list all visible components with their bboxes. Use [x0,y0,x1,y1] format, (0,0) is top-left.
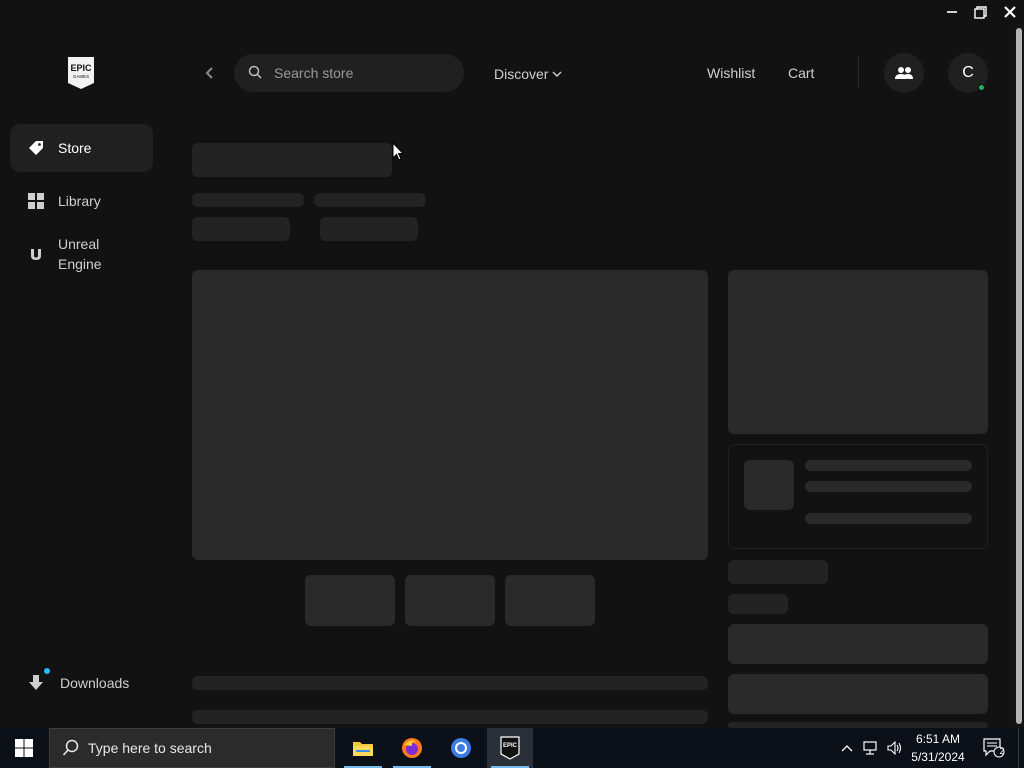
minimize-button[interactable] [937,0,966,24]
skeleton-card-line [805,460,972,471]
show-hidden-icons-button[interactable] [836,728,858,768]
header-divider [858,56,859,88]
search-input[interactable] [274,54,454,92]
skeleton-chip [192,217,290,241]
grid-icon [27,192,45,210]
taskbar-clock[interactable]: 6:51 AM 5/31/2024 [904,730,972,766]
chevron-up-icon [841,745,853,752]
svg-text:EPIC: EPIC [503,743,518,749]
restore-button[interactable] [966,0,995,24]
taskbar-app-firefox[interactable] [389,728,435,768]
sidebar-item-label: Library [58,193,101,209]
skeleton-title [192,143,392,177]
start-button[interactable] [0,728,48,768]
mouse-cursor-icon [392,142,404,161]
online-status-dot [978,84,985,91]
minimize-icon [946,11,957,13]
epic-games-icon: EPIC [500,736,520,760]
speaker-icon [887,741,902,755]
windows-logo-icon [15,739,33,757]
skeleton-tag [314,193,426,207]
sidebar-item-store[interactable]: Store [10,124,153,172]
scrollbar-thumb[interactable] [1016,28,1022,724]
restore-icon [974,5,987,19]
tag-icon [27,139,45,157]
cart-link[interactable]: Cart [788,64,814,84]
unreal-icon [27,245,45,263]
volume-button[interactable] [884,728,906,768]
sidebar-item-label: Downloads [60,675,130,691]
skeleton-chip [320,217,418,241]
skeleton-tag [192,193,304,207]
search-store-field[interactable] [234,54,464,92]
taskbar-search-box[interactable]: Type here to search [49,728,335,768]
friends-button[interactable] [884,53,924,93]
discover-label: Discover [494,66,549,82]
discover-menu[interactable]: Discover [494,64,562,84]
skeleton-text-line [192,710,708,724]
epic-games-launcher-window: EPIC GAMES Store Library Unreal Engine D… [0,0,1024,728]
skeleton-thumbnail [505,575,595,626]
sidebar-item-label: Store [58,140,92,156]
skeleton-text-line [192,676,708,690]
epic-games-logo[interactable]: EPIC GAMES [66,56,96,90]
close-icon [1003,6,1016,18]
skeleton-button [728,674,988,714]
action-center-button[interactable]: 2 [980,728,1008,768]
sidebar-item-unreal-engine[interactable]: Unreal Engine [10,230,153,278]
search-icon [248,65,262,84]
wishlist-link[interactable]: Wishlist [707,64,755,84]
svg-text:GAMES: GAMES [73,74,89,79]
windows-taskbar: Type here to search EPIC 6:51 AM 5/31/20… [0,728,1024,768]
svg-text:EPIC: EPIC [70,63,92,73]
show-desktop-button[interactable] [1018,728,1024,768]
skeleton-thumbnail [405,575,495,626]
vertical-scrollbar[interactable] [1014,24,1024,728]
notification-count: 2 [999,746,1005,756]
taskbar-app-file-explorer[interactable] [340,728,386,768]
skeleton-logo-panel [728,270,988,434]
taskbar-app-chrome[interactable] [438,728,484,768]
skeleton-card-image [744,460,794,510]
network-button[interactable] [860,728,882,768]
close-button[interactable] [995,0,1024,24]
friends-icon [895,67,913,79]
taskbar-app-epic-games[interactable]: EPIC [487,728,533,768]
skeleton-card-line [805,481,972,492]
clock-date: 5/31/2024 [911,750,965,764]
skeleton-hero-media [192,270,708,560]
window-controls [937,0,1024,24]
skeleton-badge [728,594,788,614]
download-notification-dot [44,668,50,674]
search-icon [62,739,80,760]
skeleton-card-line [805,513,972,524]
taskbar-search-placeholder: Type here to search [88,740,212,756]
clock-time: 6:51 AM [915,732,961,746]
download-icon [27,674,45,692]
chrome-icon [451,738,471,758]
skeleton-button [728,624,988,664]
firefox-icon [402,738,422,758]
skeleton-price [728,560,828,584]
back-button[interactable] [198,62,220,84]
chevron-left-icon [205,67,213,79]
sidebar-item-library[interactable]: Library [10,178,153,224]
folder-icon [353,742,373,756]
skeleton-thumbnail [305,575,395,626]
network-icon [863,741,877,755]
sidebar-item-downloads[interactable]: Downloads [10,660,153,706]
sidebar-item-label: Unreal Engine [58,236,102,272]
chevron-down-icon [552,71,562,77]
